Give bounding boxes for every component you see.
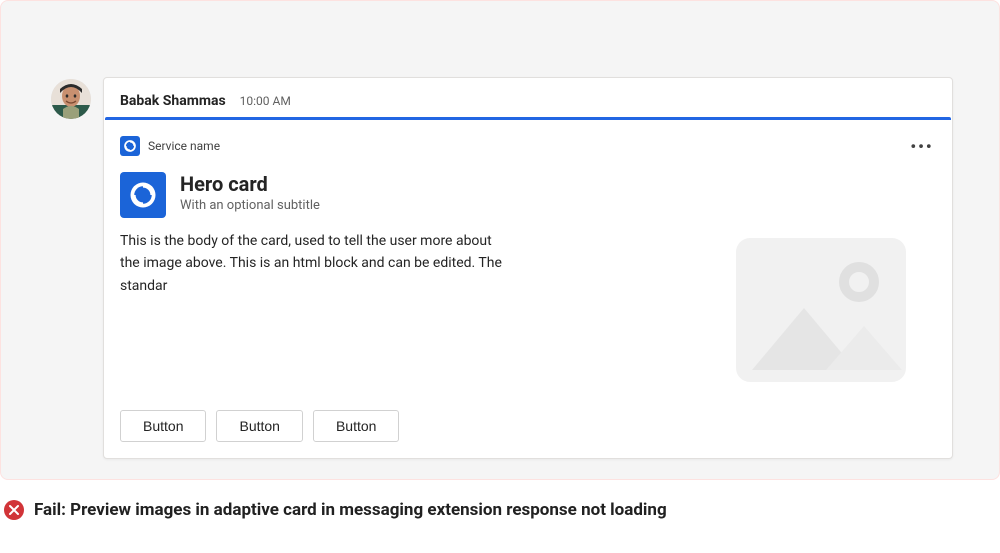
content-row: This is the body of the card, used to te… <box>120 230 936 400</box>
error-icon <box>4 500 24 520</box>
action-button-3[interactable]: Button <box>313 410 399 442</box>
fail-text: Fail: Preview images in adaptive card in… <box>34 500 667 520</box>
fail-note: Fail: Preview images in adaptive card in… <box>0 500 1000 520</box>
more-button[interactable]: ••• <box>908 132 936 160</box>
example-frame: Babak Shammas 10:00 AM Service name ••• … <box>0 0 1000 480</box>
app-icon <box>120 136 140 156</box>
card-body-text: This is the body of the card, used to te… <box>120 230 530 297</box>
hero-app-icon <box>120 172 166 218</box>
message-timestamp: 10:00 AM <box>240 94 291 108</box>
message-header: Babak Shammas 10:00 AM <box>104 78 952 117</box>
card-body: Service name ••• Hero card With an optio… <box>104 120 952 458</box>
avatar <box>51 79 91 119</box>
image-placeholder-icon <box>706 230 936 390</box>
message-card: Babak Shammas 10:00 AM Service name ••• … <box>103 77 953 459</box>
action-button-1[interactable]: Button <box>120 410 206 442</box>
hero-row: Hero card With an optional subtitle <box>120 172 936 230</box>
service-name: Service name <box>148 139 220 153</box>
action-button-2[interactable]: Button <box>216 410 302 442</box>
service-row: Service name ••• <box>120 122 936 172</box>
action-row: Button Button Button <box>120 400 936 442</box>
card-title: Hero card <box>180 172 320 196</box>
sender-name: Babak Shammas <box>120 93 226 109</box>
card-subtitle: With an optional subtitle <box>180 198 320 213</box>
